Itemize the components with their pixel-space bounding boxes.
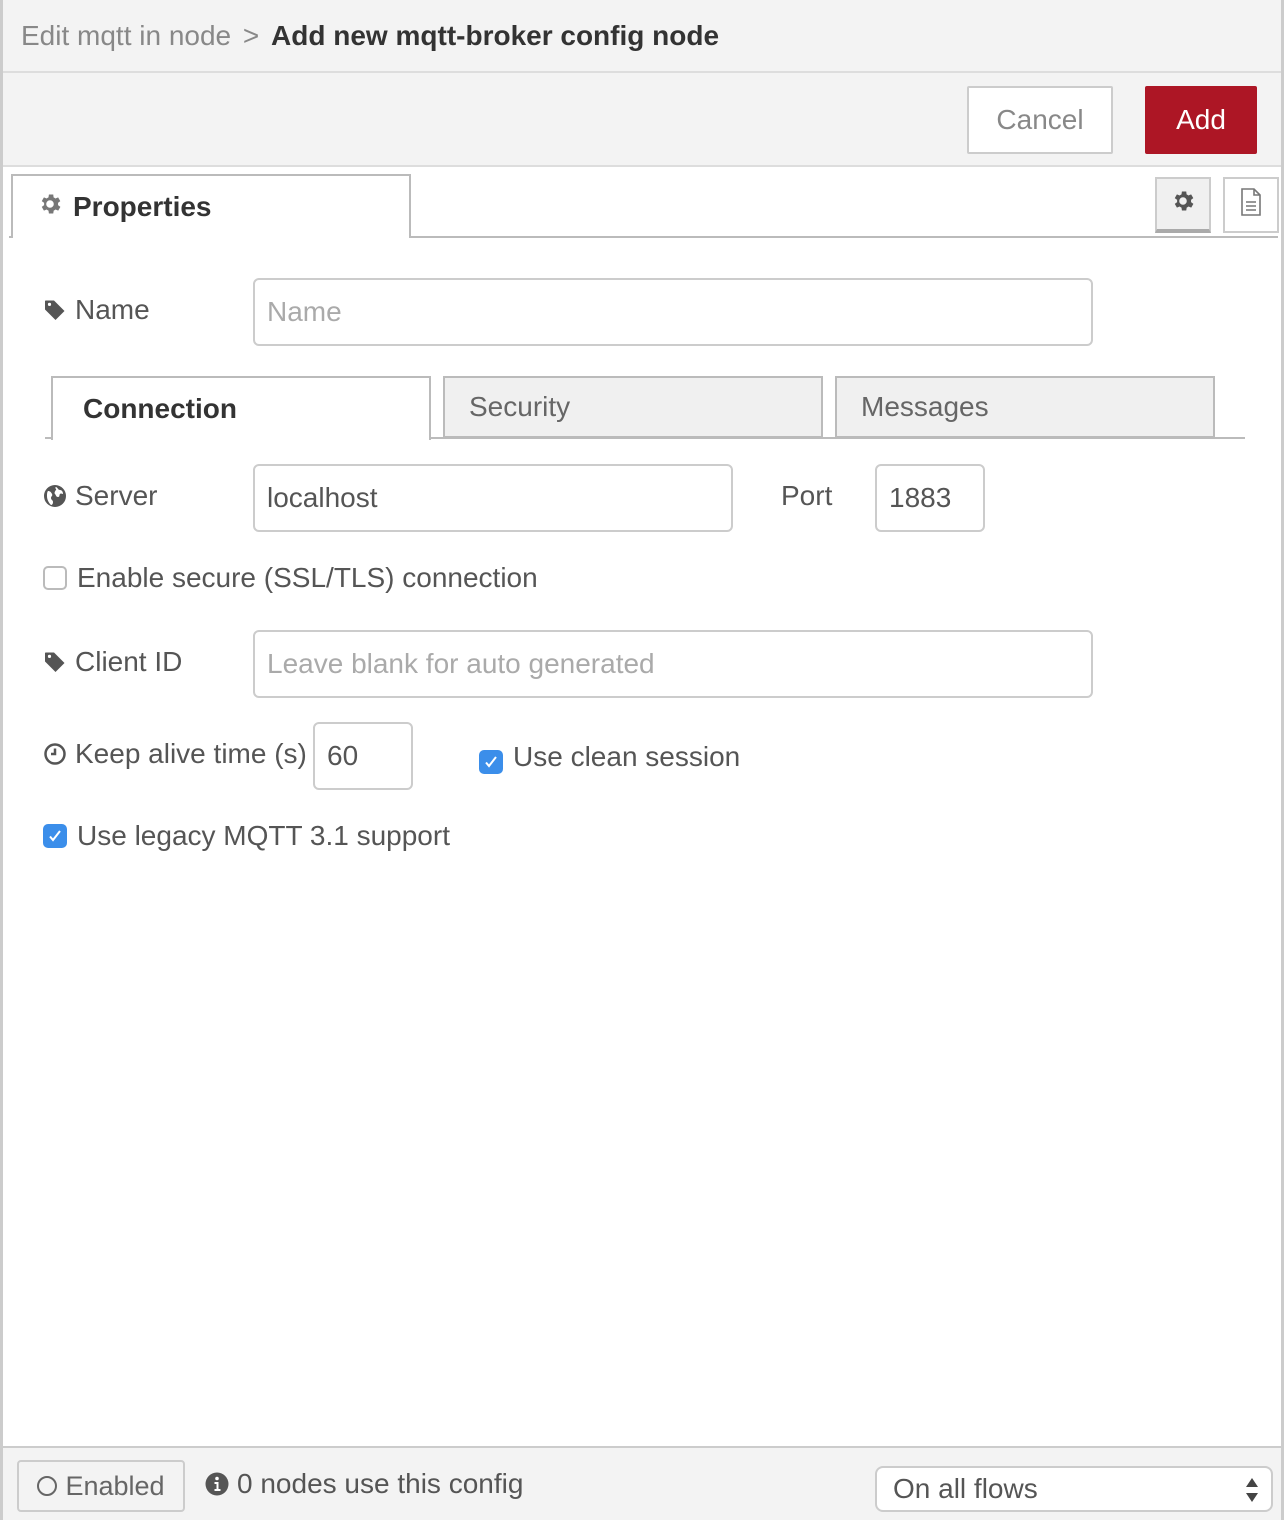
tab-security[interactable]: Security — [443, 376, 823, 438]
circle-icon — [37, 1476, 58, 1496]
client-id-row: Client ID — [43, 646, 182, 678]
scope-selected-value: On all flows — [893, 1473, 1038, 1504]
info-icon — [205, 1472, 229, 1496]
tag-icon — [45, 300, 65, 320]
check-icon — [485, 756, 497, 768]
legacy-row: Use legacy MQTT 3.1 support — [43, 820, 450, 852]
keepalive-label: Keep alive time (s) — [43, 738, 307, 770]
cancel-button[interactable]: Cancel — [967, 86, 1113, 154]
globe-icon — [44, 485, 66, 507]
node-description-button[interactable] — [1223, 177, 1279, 233]
tab-properties-label: Properties — [73, 191, 212, 222]
server-row: Server — [43, 480, 157, 512]
config-tabs: Connection Security Messages — [45, 376, 1245, 440]
usage-info: 0 nodes use this config — [205, 1468, 523, 1500]
clean-session-row: Use clean session — [479, 740, 740, 774]
breadcrumb-parent[interactable]: Edit mqtt in node — [21, 20, 231, 51]
breadcrumb-separator: > — [242, 20, 260, 51]
breadcrumb-current: Add new mqtt-broker config node — [271, 20, 720, 51]
legacy-label: Use legacy MQTT 3.1 support — [77, 820, 450, 851]
dialog-toolbar: Cancel Add — [3, 73, 1281, 167]
clean-session-checkbox[interactable] — [479, 750, 503, 774]
clean-session-label: Use clean session — [513, 741, 741, 772]
add-button[interactable]: Add — [1145, 86, 1257, 154]
client-id-input[interactable] — [253, 630, 1093, 698]
gear-icon — [1170, 188, 1196, 221]
usage-text: 0 nodes use this config — [237, 1468, 524, 1499]
tls-row: Enable secure (SSL/TLS) connection — [43, 562, 538, 594]
document-icon — [1239, 187, 1263, 224]
keepalive-row: Keep alive time (s) — [43, 738, 307, 770]
properties-tab-row: Properties — [3, 167, 1281, 239]
name-label: Name — [43, 294, 150, 326]
check-icon — [49, 830, 61, 842]
scope-select[interactable]: On all flows — [875, 1466, 1273, 1512]
legacy-checkbox[interactable] — [43, 824, 67, 848]
name-input[interactable] — [253, 278, 1093, 346]
gear-icon — [37, 191, 63, 224]
tab-properties[interactable]: Properties — [11, 174, 411, 238]
enabled-toggle-button[interactable]: Enabled — [17, 1460, 185, 1512]
tls-checkbox[interactable] — [43, 566, 67, 590]
tls-label: Enable secure (SSL/TLS) connection — [77, 562, 538, 593]
node-settings-button[interactable] — [1155, 177, 1211, 233]
tab-connection[interactable]: Connection — [51, 376, 431, 440]
dialog-frame: Edit mqtt in node > Add new mqtt-broker … — [0, 0, 1284, 1520]
clock-icon — [44, 743, 66, 765]
dialog-footer: Enabled 0 nodes use this config On all f… — [3, 1446, 1281, 1520]
tab-messages[interactable]: Messages — [835, 376, 1215, 438]
breadcrumb: Edit mqtt in node > Add new mqtt-broker … — [21, 20, 719, 52]
client-id-label: Client ID — [43, 646, 182, 678]
keepalive-input[interactable] — [313, 722, 413, 790]
name-row: Name — [43, 294, 150, 326]
port-input[interactable] — [875, 464, 985, 532]
select-arrows-icon — [1245, 1476, 1259, 1504]
tag-icon — [45, 652, 65, 672]
dialog-title-bar: Edit mqtt in node > Add new mqtt-broker … — [3, 0, 1281, 73]
server-input[interactable] — [253, 464, 733, 532]
enabled-label: Enabled — [65, 1470, 165, 1501]
port-label: Port — [781, 480, 833, 511]
server-label: Server — [43, 480, 157, 512]
